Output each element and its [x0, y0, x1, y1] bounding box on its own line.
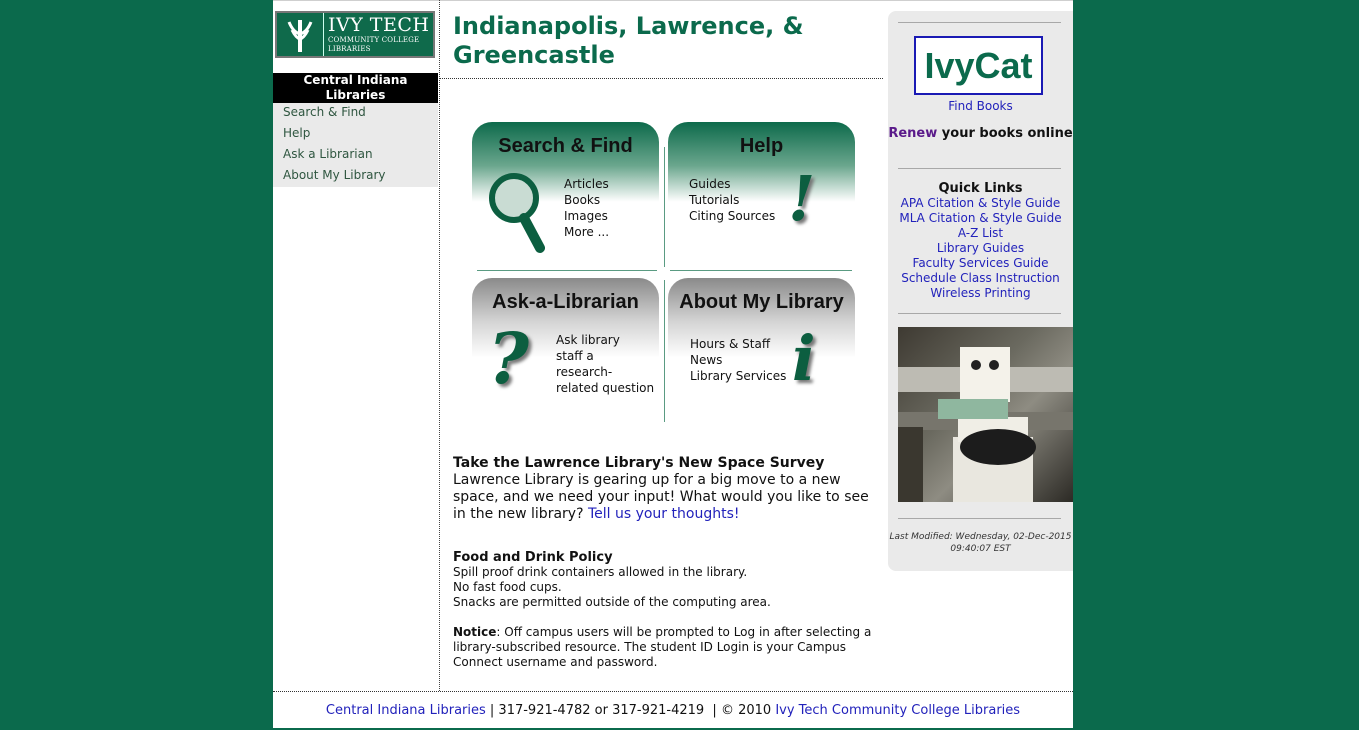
footer: Central Indiana Libraries | 317-921-4782… [273, 691, 1073, 729]
ivycat-logo[interactable]: IvyCat [914, 36, 1043, 95]
notice: Notice: Off campus users will be prompte… [453, 625, 878, 670]
ask-librarian-panel[interactable]: Ask-a-Librarian ? Ask library staff a re… [472, 278, 659, 423]
policy-title: Food and Drink Policy [453, 550, 613, 565]
quick-links-title: Quick Links [938, 181, 1023, 196]
policy-line-2: No fast food cups. [453, 580, 562, 594]
right-divider-2 [898, 168, 1061, 169]
sidebar-item-search-find[interactable]: Search & Find [273, 103, 438, 124]
link-hours-staff[interactable]: Hours & Staff [690, 336, 786, 352]
link-citing-sources[interactable]: Citing Sources [689, 208, 775, 224]
page: IVY TECH COMMUNITY COLLEGE LIBRARIES Cen… [273, 0, 1073, 728]
footer-ivy-tech-link[interactable]: Ivy Tech Community College Libraries [775, 703, 1020, 718]
link-articles[interactable]: Articles [564, 176, 609, 192]
sidebar-nav: Search & Find Help Ask a Librarian About… [273, 103, 438, 187]
policy-line-3: Snacks are permitted outside of the comp… [453, 595, 771, 609]
ask-librarian-list: Ask library staff a research- related qu… [556, 332, 654, 396]
link-more[interactable]: More ... [564, 224, 609, 240]
ask-text-4: related question [556, 381, 655, 395]
right-divider-1 [898, 22, 1061, 23]
link-library-services[interactable]: Library Services [690, 368, 786, 384]
main-header: Indianapolis, Lawrence, & Greencastle [453, 12, 883, 70]
ask-librarian-title: Ask-a-Librarian [492, 291, 639, 313]
about-library-title: About My Library [679, 291, 844, 313]
right-divider-4 [898, 518, 1061, 519]
sidebar-heading: Central Indiana Libraries [273, 73, 438, 103]
policy-section: Food and Drink Policy Spill proof drink … [453, 550, 878, 670]
search-find-title: Search & Find [498, 135, 633, 157]
ask-text-2: staff a [556, 349, 594, 363]
quick-link-apa[interactable]: APA Citation & Style Guide [901, 196, 1061, 210]
quick-link-schedule-class[interactable]: Schedule Class Instruction [901, 271, 1060, 285]
find-books-link[interactable]: Find Books [948, 99, 1013, 113]
info-icon: i [792, 322, 816, 395]
right-sidebar: IvyCat Find Books Renew your books onlin… [888, 11, 1073, 571]
last-modified: Last Modified: Wednesday, 02-Dec-2015 09… [889, 532, 1072, 554]
link-news[interactable]: News [690, 352, 786, 368]
sidebar-item-ask-librarian[interactable]: Ask a Librarian [273, 145, 438, 166]
quick-link-wireless-printing[interactable]: Wireless Printing [930, 286, 1030, 300]
quick-link-mla[interactable]: MLA Citation & Style Guide [899, 211, 1061, 225]
renew-rest: your books online [937, 126, 1073, 141]
search-find-list: Articles Books Images More ... [564, 176, 609, 240]
find-books-wrap: Find Books [888, 99, 1073, 114]
help-title: Help [739, 135, 784, 157]
help-list: Guides Tutorials Citing Sources [689, 176, 775, 224]
renew-text: Renew your books online [888, 126, 1073, 141]
about-library-list: Hours & Staff News Library Services [690, 336, 786, 384]
library-photo [898, 327, 1073, 502]
survey-announcement: Take the Lawrence Library's New Space Su… [453, 455, 878, 523]
ivy-tech-logo[interactable]: IVY TECH COMMUNITY COLLEGE LIBRARIES [275, 11, 435, 58]
panel-divider-vertical-top [664, 147, 665, 267]
panel-divider-horizontal-left [477, 270, 657, 271]
magnifier-icon [488, 172, 550, 258]
panel-divider-vertical-bottom [664, 280, 665, 422]
link-books[interactable]: Books [564, 192, 609, 208]
title-divider [440, 78, 883, 79]
sidebar-item-about-library[interactable]: About My Library [273, 166, 438, 187]
help-panel[interactable]: Help Guides Tutorials Citing Sources ! [668, 122, 855, 267]
page-title: Indianapolis, Lawrence, & Greencastle [453, 12, 804, 69]
logo-subtitle: COMMUNITY COLLEGE [328, 36, 420, 44]
link-tutorials[interactable]: Tutorials [689, 192, 775, 208]
left-sidebar: IVY TECH COMMUNITY COLLEGE LIBRARIES Cen… [273, 0, 440, 691]
survey-title: Take the Lawrence Library's New Space Su… [453, 455, 825, 471]
footer-contact: | 317-921-4782 or 317-921-4219 | © 2010 [485, 703, 776, 718]
quick-link-library-guides[interactable]: Library Guides [937, 241, 1024, 255]
notice-text: : Off campus users will be prompted to L… [453, 625, 872, 669]
right-divider-3 [898, 313, 1061, 314]
search-find-panel[interactable]: Search & Find Articles Books Images More… [472, 122, 659, 267]
quick-link-faculty-services[interactable]: Faculty Services Guide [913, 256, 1049, 270]
quick-nav-panels: Search & Find Articles Books Images More… [472, 122, 857, 423]
question-icon: ? [488, 317, 530, 400]
renew-link[interactable]: Renew [888, 126, 937, 141]
quick-links: Quick Links APA Citation & Style Guide M… [888, 181, 1073, 301]
ask-text-1: Ask library [556, 333, 620, 347]
about-library-panel[interactable]: About My Library Hours & Staff News Libr… [668, 278, 855, 423]
link-guides[interactable]: Guides [689, 176, 775, 192]
notice-label: Notice [453, 625, 497, 639]
ask-text-3: research- [556, 365, 613, 379]
footer-central-indiana-link[interactable]: Central Indiana Libraries [326, 703, 486, 718]
ivy-leaf-icon [277, 13, 324, 56]
logo-title: IVY TECH [328, 14, 430, 36]
policy-line-1: Spill proof drink containers allowed in … [453, 565, 748, 579]
quick-link-az-list[interactable]: A-Z List [958, 226, 1003, 240]
panel-divider-horizontal-right [670, 270, 852, 271]
exclamation-icon: ! [788, 162, 816, 235]
logo-subtitle-2: LIBRARIES [328, 45, 371, 53]
link-images[interactable]: Images [564, 208, 609, 224]
sidebar-item-help[interactable]: Help [273, 124, 438, 145]
survey-link[interactable]: Tell us your thoughts! [588, 506, 740, 522]
